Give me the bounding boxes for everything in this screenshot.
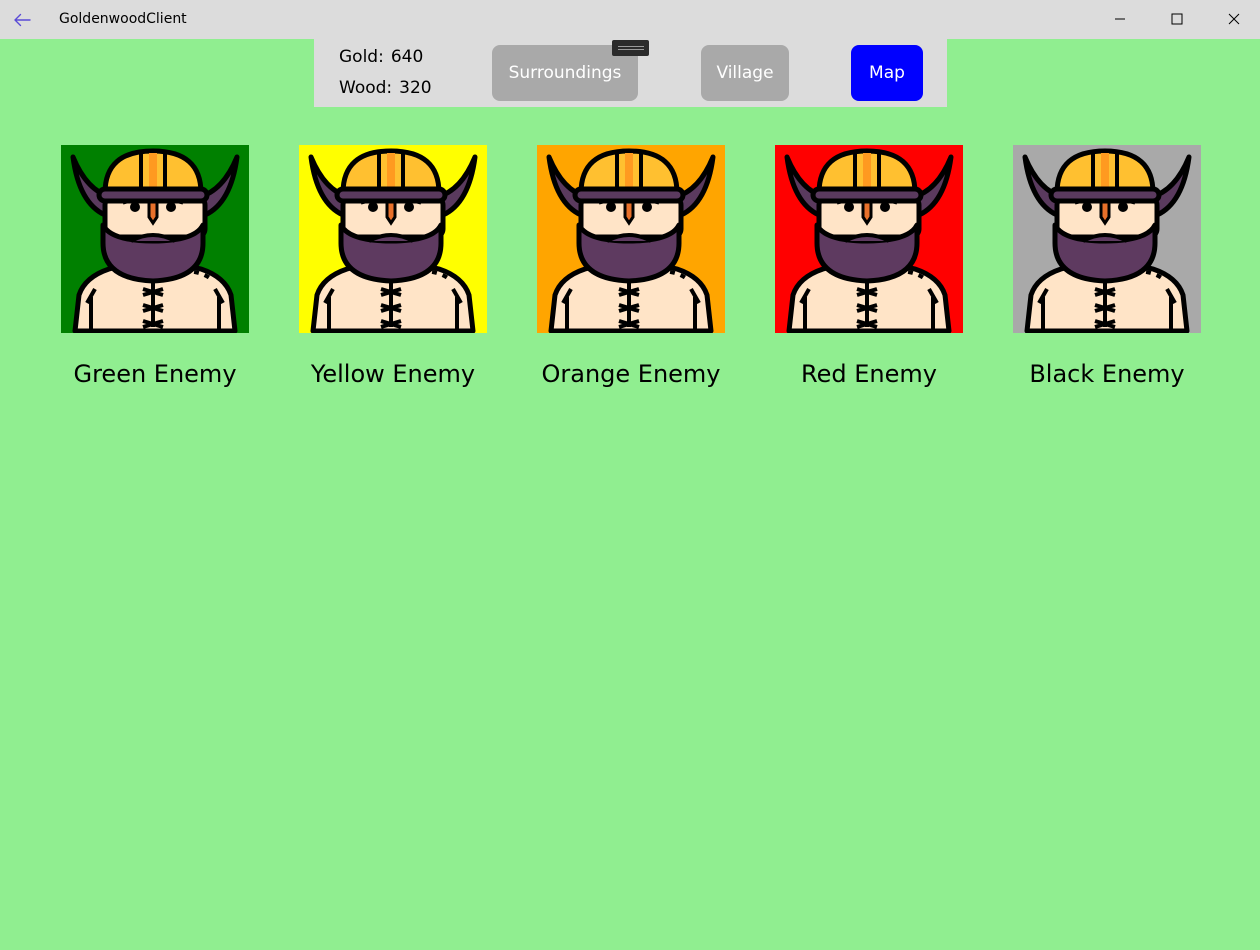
maximize-button[interactable] <box>1148 0 1205 37</box>
enemy-card[interactable]: Orange Enemy <box>537 145 725 388</box>
drag-handle-line <box>617 46 644 47</box>
enemy-label: Green Enemy <box>73 360 237 388</box>
drag-handle-line <box>617 49 644 50</box>
minimize-button[interactable] <box>1091 0 1148 37</box>
enemy-card[interactable]: Black Enemy <box>1013 145 1201 388</box>
minimize-icon <box>1114 18 1125 19</box>
wood-label: Wood: <box>339 78 393 98</box>
back-button[interactable] <box>0 0 44 39</box>
back-arrow-icon <box>14 13 31 26</box>
resource-panel: Gold: 640 Wood: 320 Surroundings Village M… <box>314 39 947 107</box>
gold-resource: Gold: 640 <box>339 46 423 68</box>
viking-warrior-icon <box>537 145 725 333</box>
maximize-icon <box>1171 13 1182 24</box>
viking-warrior-icon <box>299 145 487 333</box>
viking-warrior-icon <box>61 145 249 333</box>
viking-warrior-icon <box>1013 145 1201 333</box>
enemy-card[interactable]: Yellow Enemy <box>299 145 487 388</box>
wood-resource: Wood: 320 <box>339 77 432 99</box>
close-button[interactable] <box>1205 0 1260 37</box>
title-bar: GoldenwoodClient <box>0 0 1260 39</box>
app-window: GoldenwoodClient Gold: 640 Wood: 320 Surro… <box>0 0 1260 950</box>
wood-value: 320 <box>399 78 432 98</box>
enemy-label: Black Enemy <box>1029 360 1185 388</box>
enemy-label: Orange Enemy <box>541 360 721 388</box>
window-title: GoldenwoodClient <box>59 11 187 27</box>
enemy-label: Yellow Enemy <box>310 360 476 388</box>
gold-value: 640 <box>390 47 424 67</box>
gold-label: Gold: <box>339 47 384 67</box>
map-button[interactable]: Map <box>851 45 923 101</box>
close-icon <box>1228 13 1239 24</box>
enemy-label: Red Enemy <box>801 360 937 388</box>
viking-warrior-icon <box>775 145 963 333</box>
enemy-card[interactable]: Red Enemy <box>775 145 963 388</box>
village-button[interactable]: Village <box>701 45 789 101</box>
drag-handle[interactable] <box>612 40 649 56</box>
enemy-card[interactable]: Green Enemy <box>61 145 249 388</box>
